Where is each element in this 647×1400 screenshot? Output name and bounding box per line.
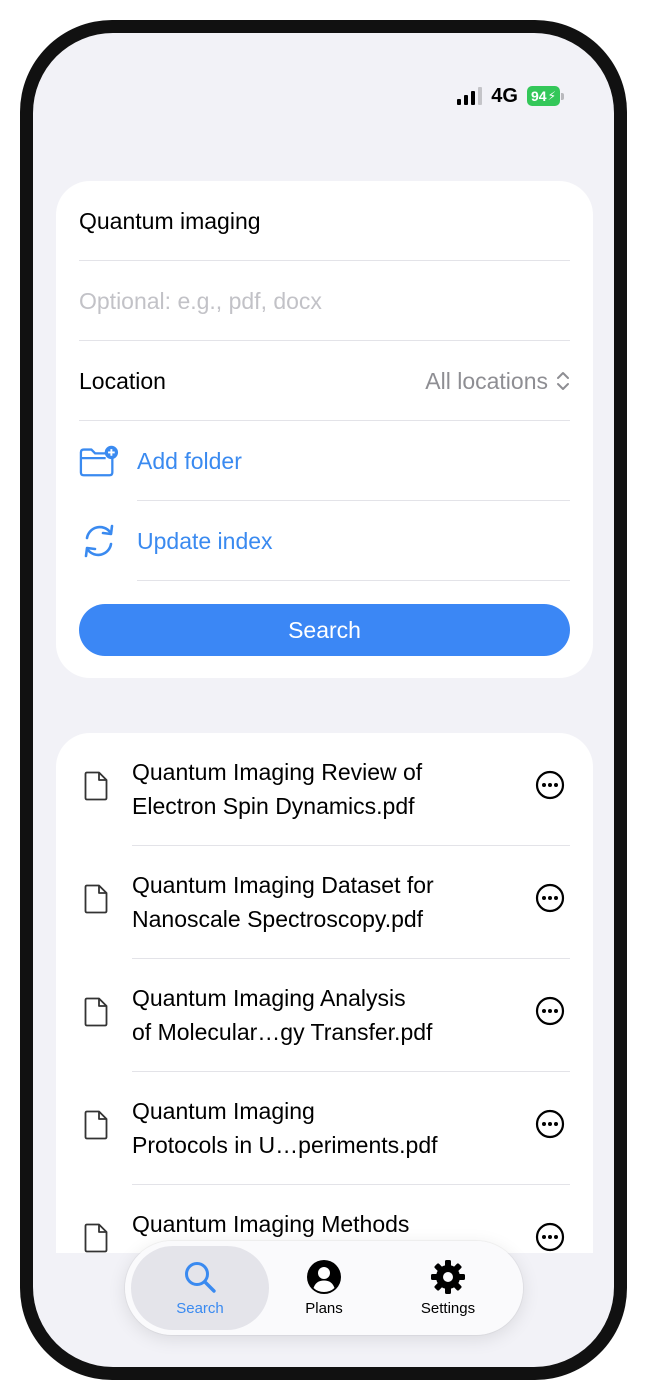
query-input-value: Quantum imaging — [79, 207, 261, 234]
add-folder-button[interactable]: Add folder — [79, 421, 570, 501]
network-type: 4G — [491, 84, 518, 107]
document-icon — [84, 997, 108, 1027]
chevron-up-down-icon — [556, 370, 570, 392]
signal-strength-icon — [457, 87, 483, 105]
person-icon — [306, 1259, 342, 1295]
tab-search[interactable]: Search — [131, 1246, 269, 1330]
more-options-icon[interactable] — [535, 1222, 565, 1252]
tab-plans[interactable]: Plans — [255, 1246, 393, 1330]
result-title: Quantum Imaging Review of Electron Spin D… — [132, 759, 423, 819]
more-options-icon[interactable] — [535, 883, 565, 913]
document-icon — [84, 884, 108, 914]
tab-settings-label: Settings — [420, 1300, 476, 1317]
search-button[interactable]: Search — [79, 604, 570, 656]
phone-frame: 4G 94 ⚡ Quantum imaging Optional: e.g., p… — [20, 20, 627, 1380]
location-picker[interactable]: Location All locations — [79, 341, 570, 421]
filetype-field[interactable]: Optional: e.g., pdf, docx — [79, 261, 570, 341]
result-title: Quantum Imaging Methods — [132, 1211, 410, 1237]
result-title: Quantum Imaging Dataset for Nanoscale Spe… — [132, 872, 434, 932]
folder-add-icon — [79, 441, 119, 481]
result-title: Quantum Imaging Protocols in U…periments.… — [132, 1098, 438, 1158]
tab-plans-label: Plans — [305, 1300, 343, 1317]
magnifier-icon — [182, 1259, 218, 1295]
document-icon — [84, 1223, 108, 1253]
status-bar: 4G 94 ⚡ — [457, 83, 564, 109]
filetype-placeholder: Optional: e.g., pdf, docx — [79, 287, 322, 314]
tab-settings[interactable]: Settings — [379, 1246, 517, 1330]
more-options-icon[interactable] — [535, 996, 565, 1026]
location-value: All locations — [425, 367, 548, 394]
update-index-label: Update index — [137, 527, 273, 554]
tab-search-label: Search — [176, 1300, 224, 1317]
result-item[interactable]: Quantum Imaging Analysis of Molecular…gy … — [56, 959, 593, 1072]
location-label: Location — [79, 367, 166, 394]
result-item[interactable]: Quantum Imaging Protocols in U…periments.… — [56, 1072, 593, 1185]
gear-icon — [430, 1259, 466, 1295]
tab-bar: Search Plans Settings — [125, 1241, 523, 1335]
result-item[interactable]: Quantum Imaging Review of Electron Spin D… — [56, 733, 593, 846]
refresh-icon — [79, 521, 119, 561]
update-index-button[interactable]: Update index — [79, 501, 570, 581]
search-form-card: Quantum imaging Optional: e.g., pdf, doc… — [56, 181, 593, 678]
battery-icon: 94 ⚡ — [526, 86, 564, 106]
screen: 4G 94 ⚡ Quantum imaging Optional: e.g., p… — [33, 33, 614, 1367]
document-icon — [84, 771, 108, 801]
results-list: Quantum Imaging Review of Electron Spin D… — [56, 733, 593, 1253]
query-field[interactable]: Quantum imaging — [79, 181, 570, 261]
document-icon — [84, 1110, 108, 1140]
add-folder-label: Add folder — [137, 447, 242, 474]
battery-level: 94 — [530, 88, 547, 104]
result-title: Quantum Imaging Analysis of Molecular…gy … — [132, 985, 433, 1045]
more-options-icon[interactable] — [535, 770, 565, 800]
result-item[interactable]: Quantum Imaging Dataset for Nanoscale Spe… — [56, 846, 593, 959]
more-options-icon[interactable] — [535, 1109, 565, 1139]
